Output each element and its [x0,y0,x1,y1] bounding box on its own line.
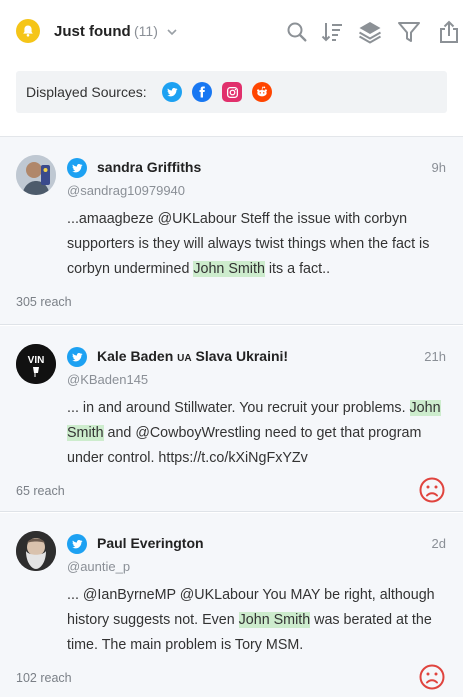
post-time: 21h [424,349,446,364]
sources-label: Displayed Sources: [26,84,147,100]
avatar-text: VIN [28,355,45,366]
author-name[interactable]: sandra Griffiths [97,159,201,175]
avatar[interactable] [16,531,56,571]
author-handle[interactable]: @sandrag10979940 [67,183,185,198]
displayed-sources-bar: Displayed Sources: [16,71,447,113]
twitter-icon [67,158,87,178]
facebook-icon[interactable] [192,82,212,102]
sad-face-icon[interactable] [419,477,445,503]
post-text[interactable]: ...amaagbeze @UKLabour Steff the issue w… [67,207,452,282]
sad-face-icon[interactable] [419,664,445,690]
header: Just found (11) Displayed Sources: [0,0,463,137]
post-text[interactable]: ... @IanByrneMP @UKLabour You MAY be rig… [67,583,452,658]
post-time: 9h [431,160,446,175]
reach-count: 65 reach [16,484,65,498]
sort-icon[interactable] [319,19,345,45]
keyword-highlight: John Smith [238,612,311,628]
result-count: (11) [134,23,158,39]
instagram-icon[interactable] [222,82,242,102]
filter-icon[interactable] [396,19,422,45]
layers-icon[interactable] [357,19,383,45]
page-title: Just found [54,23,131,40]
twitter-icon [67,534,87,554]
twitter-icon[interactable] [162,82,182,102]
mention-card[interactable]: VIN Kale Baden UA Slava Ukraini! 21h @KB… [0,326,463,512]
reach-count: 305 reach [16,295,72,309]
author-handle[interactable]: @auntie_p [67,559,130,574]
author-name[interactable]: Kale Baden UA Slava Ukraini! [97,348,288,364]
search-icon[interactable] [284,19,310,45]
mention-card[interactable]: Paul Everington 2d @auntie_p ... @IanByr… [0,513,463,697]
share-icon[interactable] [436,19,462,45]
author-name[interactable]: Paul Everington [97,535,204,551]
post-text[interactable]: ... in and around Stillwater. You recrui… [67,396,452,471]
mention-card[interactable]: sandra Griffiths 9h @sandrag10979940 ...… [0,137,463,325]
post-time: 2d [431,536,446,551]
chevron-down-icon[interactable] [166,25,178,43]
avatar[interactable] [16,155,56,195]
author-handle[interactable]: @KBaden145 [67,372,148,387]
keyword-highlight: John Smith [193,261,265,277]
twitter-icon [67,347,87,367]
reach-count: 102 reach [16,671,72,685]
flag-code: UA [177,353,192,364]
reddit-icon[interactable] [252,82,272,102]
avatar[interactable]: VIN [16,344,56,384]
bell-icon[interactable] [16,19,40,43]
